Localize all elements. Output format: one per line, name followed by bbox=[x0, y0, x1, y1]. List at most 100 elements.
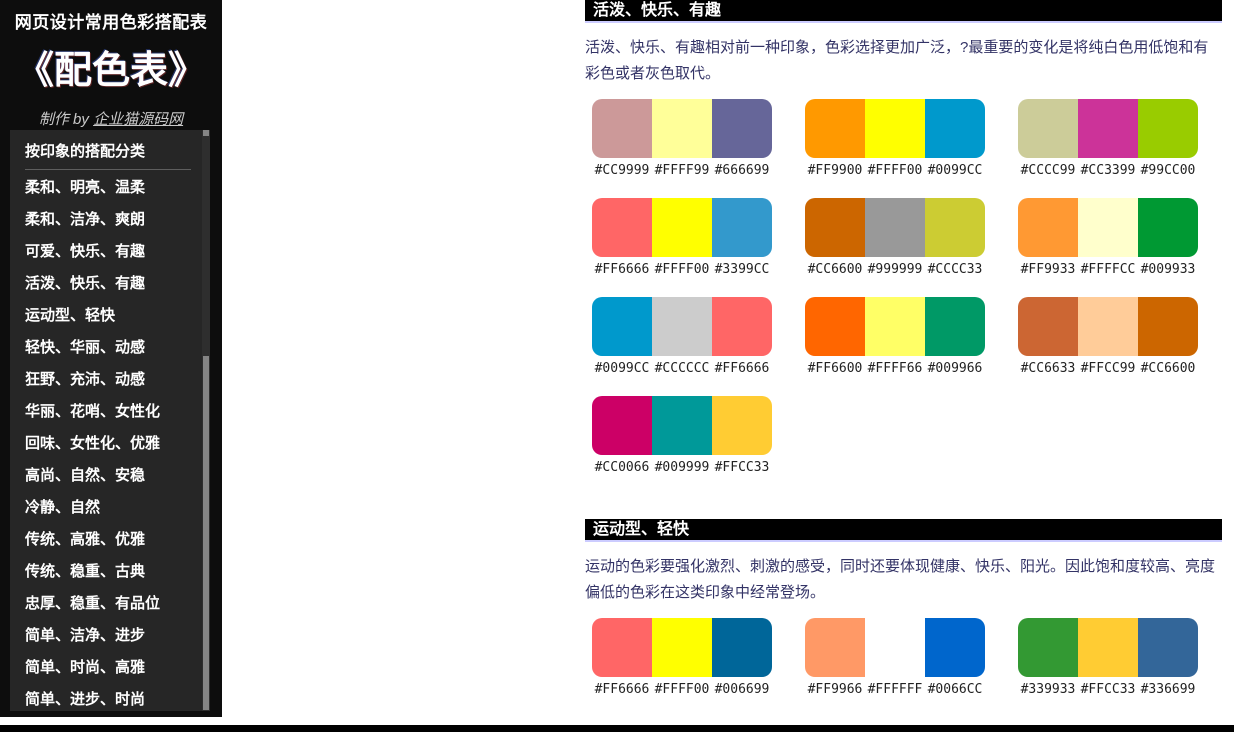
sidebar-item[interactable]: 冷静、自然 bbox=[25, 492, 191, 524]
color-swatch bbox=[805, 99, 865, 158]
color-hex-label: #CCCCCC bbox=[652, 361, 712, 376]
palette-row: #FF6666#FFFF00#006699 #FF9966#FFFFFF#0066… bbox=[585, 618, 1222, 697]
color-swatch bbox=[1018, 297, 1078, 356]
color-hex-label: #666699 bbox=[712, 163, 772, 178]
footer-bar bbox=[0, 725, 1234, 732]
sidebar-scrollbar-thumb[interactable] bbox=[203, 356, 209, 710]
color-swatch bbox=[1078, 198, 1138, 257]
color-hex-label: #3399CC bbox=[712, 262, 772, 277]
sidebar-item[interactable]: 轻快、华丽、动感 bbox=[25, 332, 191, 364]
color-hex-label: #999999 bbox=[865, 262, 925, 277]
palette-rows: #CC9999#FFFF99#666699#FF9900#FFFF00#0099… bbox=[585, 99, 1222, 475]
color-hex-label: #009999 bbox=[652, 460, 712, 475]
palette-swatches bbox=[1018, 297, 1198, 356]
sidebar-item[interactable]: 简单、洁净、进步 bbox=[25, 620, 191, 652]
sidebar-scrollbar-track[interactable] bbox=[202, 130, 210, 711]
color-hex-label: #0066CC bbox=[925, 682, 985, 697]
color-swatch bbox=[805, 618, 865, 677]
color-hex-label: #336699 bbox=[1138, 682, 1198, 697]
sidebar-item[interactable]: 高尚、自然、安稳 bbox=[25, 460, 191, 492]
color-swatch bbox=[1138, 618, 1198, 677]
color-hex-label: #FF6666 bbox=[592, 682, 652, 697]
color-hex-label: #009933 bbox=[1138, 262, 1198, 277]
color-hex-label: #FFFF99 bbox=[652, 163, 712, 178]
color-swatch bbox=[592, 99, 652, 158]
sidebar-big-title: 《配色表》 bbox=[0, 39, 222, 94]
sidebar-item[interactable]: 活泼、快乐、有趣 bbox=[25, 268, 191, 300]
palette-rows: #FF6666#FFFF00#006699 #FF9966#FFFFFF#0066… bbox=[585, 618, 1222, 697]
color-swatch bbox=[652, 99, 712, 158]
color-swatch bbox=[865, 198, 925, 257]
palette-swatches bbox=[1018, 198, 1198, 257]
color-swatch bbox=[592, 618, 652, 677]
palette-labels: #CC6600#999999#CCCC33 bbox=[805, 262, 985, 277]
color-hex-label: #FFFF00 bbox=[865, 163, 925, 178]
sidebar-item[interactable]: 传统、高雅、优雅 bbox=[25, 524, 191, 556]
palette-swatches bbox=[592, 618, 772, 677]
color-swatch bbox=[1018, 99, 1078, 158]
section-sporty-light: 运动型、轻快 运动的色彩要强化激烈、刺激的感受，同时还要体现健康、快乐、阳光。因… bbox=[585, 519, 1222, 697]
section-lively-happy-fun: 活泼、快乐、有趣 活泼、快乐、有趣相对前一种印象，色彩选择更加广泛，?最重要的变… bbox=[585, 0, 1222, 475]
sidebar-item[interactable]: 简单、进步、时尚 bbox=[25, 684, 191, 716]
byline-link[interactable]: 企业猫源码网 bbox=[93, 111, 183, 128]
color-hex-label: #006699 bbox=[712, 682, 772, 697]
color-hex-label: #FF9933 bbox=[1018, 262, 1078, 277]
palette-labels: #FF6600#FFFF66#009966 bbox=[805, 361, 985, 376]
color-swatch bbox=[865, 99, 925, 158]
color-swatch bbox=[925, 297, 985, 356]
sidebar-item[interactable]: 柔和、洁净、爽朗 bbox=[25, 204, 191, 236]
color-swatch bbox=[865, 297, 925, 356]
palette-labels: #CC0066#009999#FFCC33 bbox=[592, 460, 772, 475]
palette-row: #FF6666#FFFF00#3399CC #CC6600#999999#CCCC… bbox=[585, 198, 1222, 277]
palette-labels: #CC9999#FFFF99#666699 bbox=[592, 163, 772, 178]
palette-swatches bbox=[805, 618, 985, 677]
palette-labels: #339933#FFCC33#336699 bbox=[1018, 682, 1198, 697]
palette-group: #FF6600#FFFF66#009966 bbox=[805, 297, 985, 376]
color-hex-label: #FF6666 bbox=[712, 361, 772, 376]
section-header: 运动型、轻快 bbox=[585, 519, 1222, 542]
color-hex-label: #CCCC99 bbox=[1018, 163, 1078, 178]
palette-swatches bbox=[592, 297, 772, 356]
palette-group: #339933#FFCC33#336699 bbox=[1018, 618, 1198, 697]
color-swatch bbox=[805, 198, 865, 257]
color-swatch bbox=[652, 396, 712, 455]
color-swatch bbox=[1078, 99, 1138, 158]
color-swatch bbox=[592, 396, 652, 455]
palette-labels: #FF6666#FFFF00#006699 bbox=[592, 682, 772, 697]
palette-swatches bbox=[805, 198, 985, 257]
sidebar-item[interactable]: 华丽、花哨、女性化 bbox=[25, 396, 191, 428]
palette-group: #CC0066#009999#FFCC33 bbox=[592, 396, 772, 475]
color-swatch bbox=[712, 297, 772, 356]
sidebar-item[interactable]: 传统、稳重、古典 bbox=[25, 556, 191, 588]
color-hex-label: #009966 bbox=[925, 361, 985, 376]
sidebar-item[interactable]: 可爱、快乐、有趣 bbox=[25, 236, 191, 268]
color-swatch bbox=[1018, 618, 1078, 677]
color-hex-label: #FFCC33 bbox=[712, 460, 772, 475]
color-swatch bbox=[592, 198, 652, 257]
color-hex-label: #FF6666 bbox=[592, 262, 652, 277]
sidebar-byline: 制作 by 企业猫源码网 bbox=[0, 108, 222, 129]
byline-prefix: 制作 by bbox=[39, 111, 93, 128]
sidebar-item[interactable]: 狂野、充沛、动感 bbox=[25, 364, 191, 396]
color-hex-label: #CC3399 bbox=[1078, 163, 1138, 178]
sidebar-item[interactable]: 忠厚、稳重、有品位 bbox=[25, 588, 191, 620]
sidebar-item[interactable]: 运动型、轻快 bbox=[25, 300, 191, 332]
sidebar-item[interactable]: 柔和、明亮、温柔 bbox=[25, 172, 191, 204]
color-hex-label: #CC6600 bbox=[805, 262, 865, 277]
sidebar: 网页设计常用色彩搭配表 《配色表》 制作 by 企业猫源码网 按印象的搭配分类 … bbox=[0, 0, 222, 717]
palette-labels: #FF9900#FFFF00#0099CC bbox=[805, 163, 985, 178]
palette-group: #FF9900#FFFF00#0099CC bbox=[805, 99, 985, 178]
sidebar-item[interactable]: 回味、女性化、优雅 bbox=[25, 428, 191, 460]
palette-group: #FF9933#FFFFCC#009933 bbox=[1018, 198, 1198, 277]
color-hex-label: #FFFF00 bbox=[652, 682, 712, 697]
palette-group: #FF9966#FFFFFF#0066CC bbox=[805, 618, 985, 697]
color-swatch bbox=[652, 198, 712, 257]
sidebar-item[interactable]: 简单、时尚、高雅 bbox=[25, 652, 191, 684]
palette-labels: #CC6633#FFCC99#CC6600 bbox=[1018, 361, 1198, 376]
sidebar-scrollbar-top-button[interactable] bbox=[203, 130, 209, 136]
menu-header: 按印象的搭配分类 bbox=[25, 138, 191, 170]
palette-labels: #FF9933#FFFFCC#009933 bbox=[1018, 262, 1198, 277]
color-swatch bbox=[652, 618, 712, 677]
color-hex-label: #FFFF00 bbox=[652, 262, 712, 277]
color-hex-label: #FF9900 bbox=[805, 163, 865, 178]
